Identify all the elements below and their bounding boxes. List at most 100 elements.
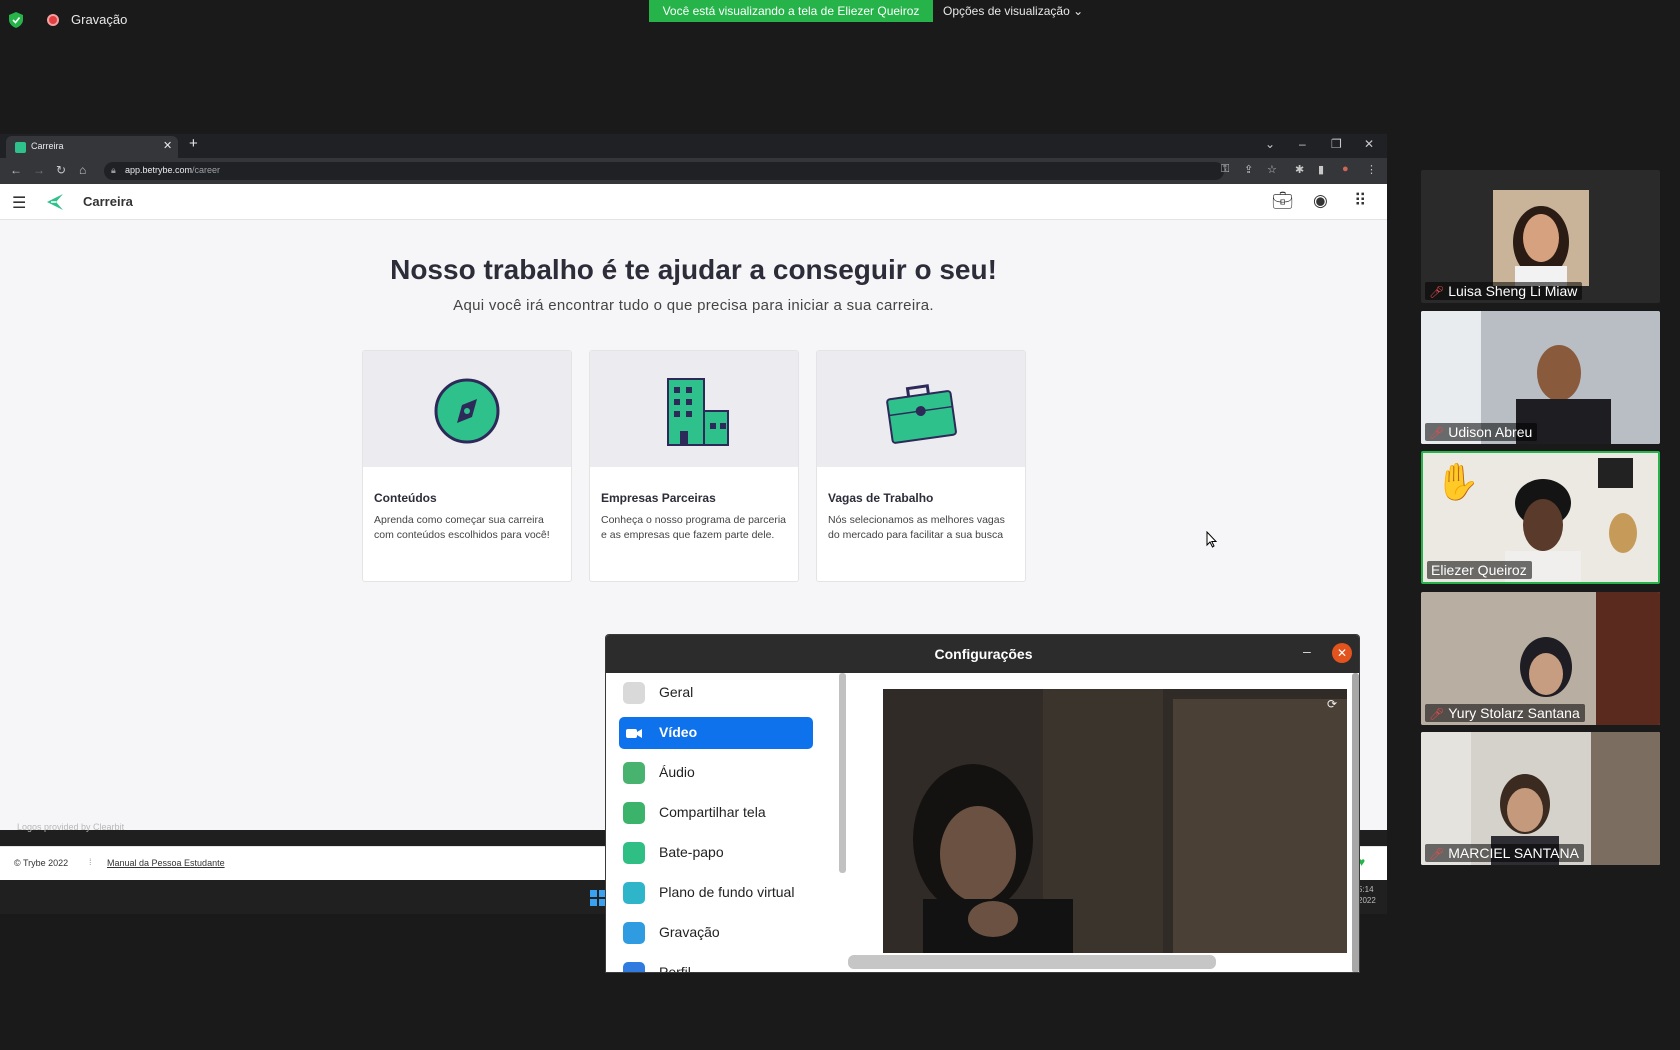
nav-item-bate-papo[interactable]: Bate-papo — [619, 837, 813, 869]
briefcase-icon — [886, 384, 957, 444]
participant-name: Eliezer Queiroz — [1427, 561, 1532, 579]
mic-muted-icon: 🎤︎ — [1429, 707, 1445, 721]
hero-title: Nosso trabalho é te ajudar a conseguir o… — [390, 254, 997, 285]
card-vagas[interactable]: Vagas de Trabalho Nós selecionamos as me… — [816, 350, 1026, 582]
briefcase-icon[interactable]: 💼︎ — [1272, 191, 1294, 211]
camera-preview: ⟳ — [883, 689, 1347, 953]
view-options-label: Opções de visualização — [943, 4, 1070, 18]
browser-tab[interactable]: Carreira ✕ — [6, 136, 178, 158]
clock-time: 5:14 — [1358, 885, 1374, 894]
view-options-button[interactable]: Opções de visualização ⌄ — [943, 0, 1083, 22]
nav-label: Plano de fundo virtual — [659, 884, 795, 900]
reload-icon[interactable]: ↻ — [56, 163, 66, 177]
key-icon[interactable]: ⚿ — [1221, 163, 1229, 176]
close-window-icon[interactable]: ✕ — [1364, 137, 1374, 151]
nav-item-video[interactable]: Vídeo — [619, 717, 813, 749]
rotate-icon[interactable]: ⟳ — [1327, 697, 1337, 711]
url-path: /career — [192, 165, 221, 175]
nav-item-gravacao[interactable]: Gravação — [619, 917, 813, 949]
nav-scrollbar[interactable] — [839, 673, 846, 873]
recording-icon — [47, 14, 59, 26]
tab-search-icon[interactable]: ⌄ — [1265, 137, 1275, 151]
url-field[interactable]: 🔒︎ app.betrybe.com/career — [104, 162, 1224, 180]
hero-subtitle: Aqui você irá encontrar tudo o que preci… — [453, 297, 934, 314]
nav-item-plano-de-fundo[interactable]: Plano de fundo virtual — [619, 877, 813, 909]
site-title: Carreira — [83, 194, 133, 209]
participant-tile-udison[interactable]: 🎤︎ Udison Abreu — [1421, 311, 1660, 444]
footer-divider: ⁞ — [89, 857, 92, 867]
record-icon — [623, 922, 645, 944]
hamburger-menu-icon[interactable]: ☰ — [12, 193, 26, 213]
share-icon[interactable]: ⇪ — [1244, 163, 1253, 176]
participant-name: 🎤︎ Luisa Sheng Li Miaw — [1425, 282, 1583, 300]
shield-icon — [9, 12, 23, 28]
sidepanel-icon[interactable]: ▮ — [1318, 163, 1324, 176]
home-icon[interactable]: ⌂ — [79, 163, 86, 177]
footer-copyright: © Trybe 2022 — [14, 858, 69, 868]
profile-icon — [623, 962, 645, 972]
participant-tile-luisa[interactable]: 🎤︎ Luisa Sheng Li Miaw — [1421, 170, 1660, 303]
apps-grid-icon[interactable]: ⠿ — [1354, 191, 1366, 211]
nav-item-audio[interactable]: Áudio — [619, 757, 813, 789]
nav-label: Gravação — [659, 924, 720, 940]
restore-icon[interactable]: ❐ — [1331, 137, 1342, 151]
student-manual-link[interactable]: Manual da Pessoa Estudante — [107, 858, 225, 868]
star-icon[interactable]: ☆ — [1267, 163, 1277, 176]
nav-label: Áudio — [659, 764, 695, 780]
participant-tile-eliezer[interactable]: ✋ Eliezer Queiroz — [1421, 451, 1660, 584]
site-header: ☰ Carreira 💼︎ ◉ ⠿ — [0, 184, 1387, 220]
minimize-icon[interactable]: – — [1303, 643, 1311, 659]
settings-titlebar[interactable]: Configurações – ✕ — [606, 635, 1359, 673]
participant-video — [1493, 190, 1589, 286]
favicon-icon — [15, 142, 26, 153]
virtual-background-icon — [623, 882, 645, 904]
nav-label: Bate-papo — [659, 844, 724, 860]
forward-icon[interactable]: → — [33, 163, 45, 177]
lock-icon: 🔒︎ — [111, 165, 116, 175]
vertical-scrollbar[interactable] — [1352, 673, 1359, 972]
card-description: Nós selecionamos as melhores vagas do me… — [828, 514, 1005, 541]
card-empresas[interactable]: Empresas Parceiras Conheça o nosso progr… — [589, 350, 799, 582]
card-conteudos[interactable]: Conteúdos Aprenda como começar sua carre… — [362, 350, 572, 582]
close-icon[interactable]: ✕ — [1332, 643, 1352, 663]
participant-name: 🎤︎ Udison Abreu — [1425, 423, 1538, 441]
share-screen-icon — [623, 802, 645, 824]
raised-hand-icon: ✋ — [1435, 461, 1480, 502]
extensions-icon[interactable]: ✱ — [1295, 163, 1304, 176]
new-tab-icon[interactable]: + — [189, 135, 198, 152]
back-icon[interactable]: ← — [10, 163, 22, 177]
horizontal-scrollbar[interactable] — [848, 955, 1216, 969]
gear-icon — [623, 682, 645, 704]
headphones-icon — [623, 762, 645, 784]
minimize-icon[interactable]: – — [1299, 137, 1306, 151]
card-description: Aprenda como começar sua carreira com co… — [374, 514, 550, 541]
profile-avatar-icon[interactable]: ● — [1342, 163, 1349, 175]
chat-icon — [623, 842, 645, 864]
card-image — [817, 351, 1025, 467]
close-tab-icon[interactable]: ✕ — [163, 139, 172, 152]
windows-start-icon[interactable] — [590, 890, 606, 906]
participant-tile-yury[interactable]: 🎤︎ Yury Stolarz Santana — [1421, 592, 1660, 725]
card-description: Conheça o nosso programa de parceria e a… — [601, 514, 787, 541]
nav-item-compartilhar-tela[interactable]: Compartilhar tela — [619, 797, 813, 829]
clock-date: 2022 — [1358, 896, 1376, 905]
logos-note: Logos provided by Clearbit — [17, 822, 125, 832]
zoom-top-bar: Gravação Você está visualizando a tela d… — [0, 0, 1680, 40]
settings-dialog: Configurações – ✕ Geral Vídeo Áudio Comp… — [605, 634, 1360, 973]
participant-name: 🎤︎ MARCIEL SANTANA — [1425, 844, 1584, 862]
trybe-logo-icon[interactable] — [45, 192, 65, 212]
viewing-banner: Você está visualizando a tela de Eliezer… — [649, 0, 933, 22]
more-vert-icon[interactable]: ⋮ — [1366, 163, 1377, 176]
account-icon[interactable]: ◉ — [1313, 191, 1328, 211]
nav-item-perfil[interactable]: Perfil — [619, 957, 813, 972]
participant-tile-marciel[interactable]: 🎤︎ MARCIEL SANTANA — [1421, 732, 1660, 865]
card-image — [590, 351, 798, 467]
taskbar-clock[interactable]: 5:14 2022 — [1358, 884, 1376, 906]
building-icon — [667, 378, 729, 446]
browser-tab-bar: Carreira ✕ + ⌄ – ❐ ✕ — [0, 134, 1387, 158]
address-bar: ← → ↻ ⌂ 🔒︎ app.betrybe.com/career ⚿ ⇪ ☆ … — [0, 158, 1387, 184]
participant-name: 🎤︎ Yury Stolarz Santana — [1425, 704, 1585, 722]
card-title: Empresas Parceiras — [601, 491, 716, 505]
nav-item-geral[interactable]: Geral — [619, 677, 813, 709]
mic-muted-icon: 🎤︎ — [1429, 426, 1445, 440]
